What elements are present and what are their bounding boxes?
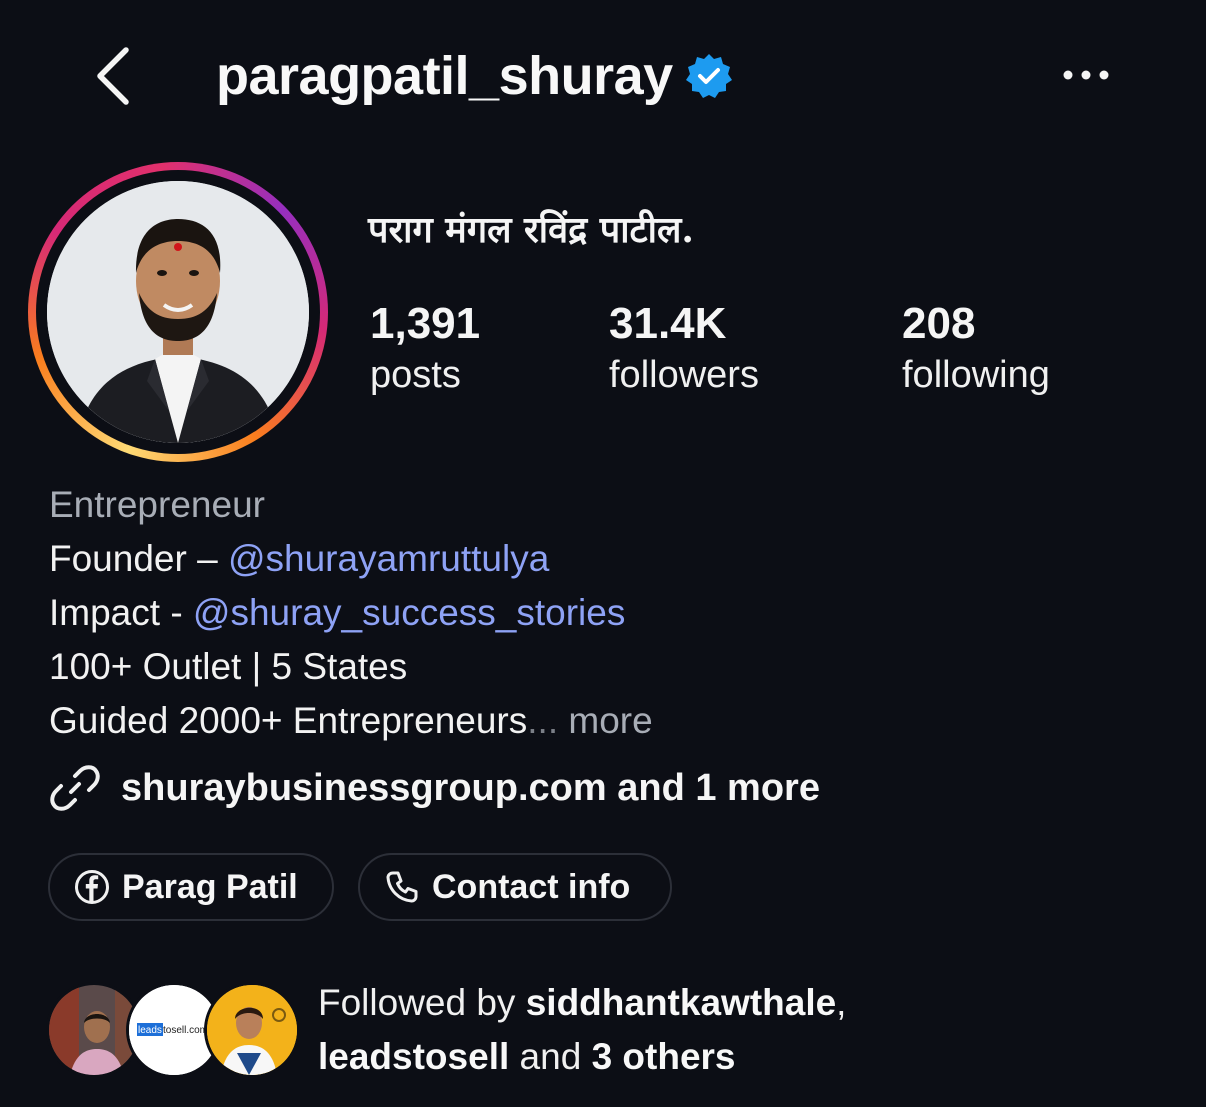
facebook-link-label: Parag Patil bbox=[122, 867, 298, 906]
bio: Entrepreneur Founder – @shurayamruttulya… bbox=[49, 478, 653, 748]
stat-followers[interactable]: 31.4K followers bbox=[609, 296, 759, 398]
bio-category: Entrepreneur bbox=[49, 484, 265, 525]
bio-line-guided: Guided 2000+ Entrepreneurs... more bbox=[49, 700, 653, 741]
contact-info-button[interactable]: Contact info bbox=[358, 853, 672, 921]
followed-by-text[interactable]: Followed by siddhantkawthale, leadstosel… bbox=[318, 976, 846, 1084]
svg-text:tosell.com: tosell.com bbox=[163, 1025, 208, 1036]
story-ring[interactable] bbox=[28, 162, 328, 462]
chevron-left-icon bbox=[97, 47, 129, 105]
svg-text:leads: leads bbox=[138, 1025, 162, 1036]
back-button[interactable] bbox=[88, 42, 138, 110]
mutual-followers-others: 3 others bbox=[591, 1036, 736, 1077]
stat-posts[interactable]: 1,391 posts bbox=[370, 296, 480, 398]
username: paragpatil_shuray bbox=[216, 46, 673, 106]
username-title: paragpatil_shuray bbox=[216, 42, 733, 110]
phone-icon bbox=[386, 871, 418, 903]
verified-badge-icon bbox=[685, 52, 733, 100]
more-horizontal-icon bbox=[1063, 70, 1109, 80]
bio-line-founder: Founder – @shurayamruttulya bbox=[49, 538, 550, 579]
facebook-icon bbox=[75, 870, 109, 904]
profile-page: paragpatil_shuray पराग मंगल रविंद्र पाटी… bbox=[0, 0, 1206, 1107]
mention-link[interactable]: @shuray_success_stories bbox=[193, 592, 625, 633]
profile-avatar bbox=[47, 181, 309, 443]
bio-line-outlets: 100+ Outlet | 5 States bbox=[49, 646, 408, 687]
mutual-follower-avatar bbox=[204, 982, 300, 1078]
profile-header: paragpatil_shuray bbox=[0, 0, 1206, 150]
stat-posts-label: posts bbox=[370, 354, 461, 396]
stat-following-label: following bbox=[902, 354, 1050, 396]
mutual-follower-name: leadstosell bbox=[318, 1036, 510, 1077]
link-icon bbox=[50, 765, 100, 811]
stat-posts-value: 1,391 bbox=[370, 299, 481, 348]
external-link[interactable]: shuraybusinessgroup.com and 1 more bbox=[49, 758, 820, 818]
contact-info-label: Contact info bbox=[432, 867, 631, 906]
full-name: पराग मंगल रविंद्र पाटील. bbox=[368, 209, 694, 251]
more-options-button[interactable] bbox=[1058, 58, 1114, 92]
mention-link[interactable]: @shurayamruttulya bbox=[228, 538, 549, 579]
facebook-link-button[interactable]: Parag Patil bbox=[48, 853, 334, 921]
stat-followers-label: followers bbox=[609, 354, 759, 396]
mutual-followers-avatars[interactable]: leads tosell.com bbox=[46, 982, 300, 1080]
stat-following-value: 208 bbox=[902, 299, 976, 348]
external-link-text: shuraybusinessgroup.com and 1 more bbox=[121, 766, 820, 809]
bio-more-link[interactable]: more bbox=[568, 700, 652, 741]
stat-followers-value: 31.4K bbox=[609, 299, 727, 348]
stat-following[interactable]: 208 following bbox=[902, 296, 1050, 398]
bio-line-impact: Impact - @shuray_success_stories bbox=[49, 592, 626, 633]
mutual-follower-name: siddhantkawthale bbox=[525, 982, 837, 1023]
